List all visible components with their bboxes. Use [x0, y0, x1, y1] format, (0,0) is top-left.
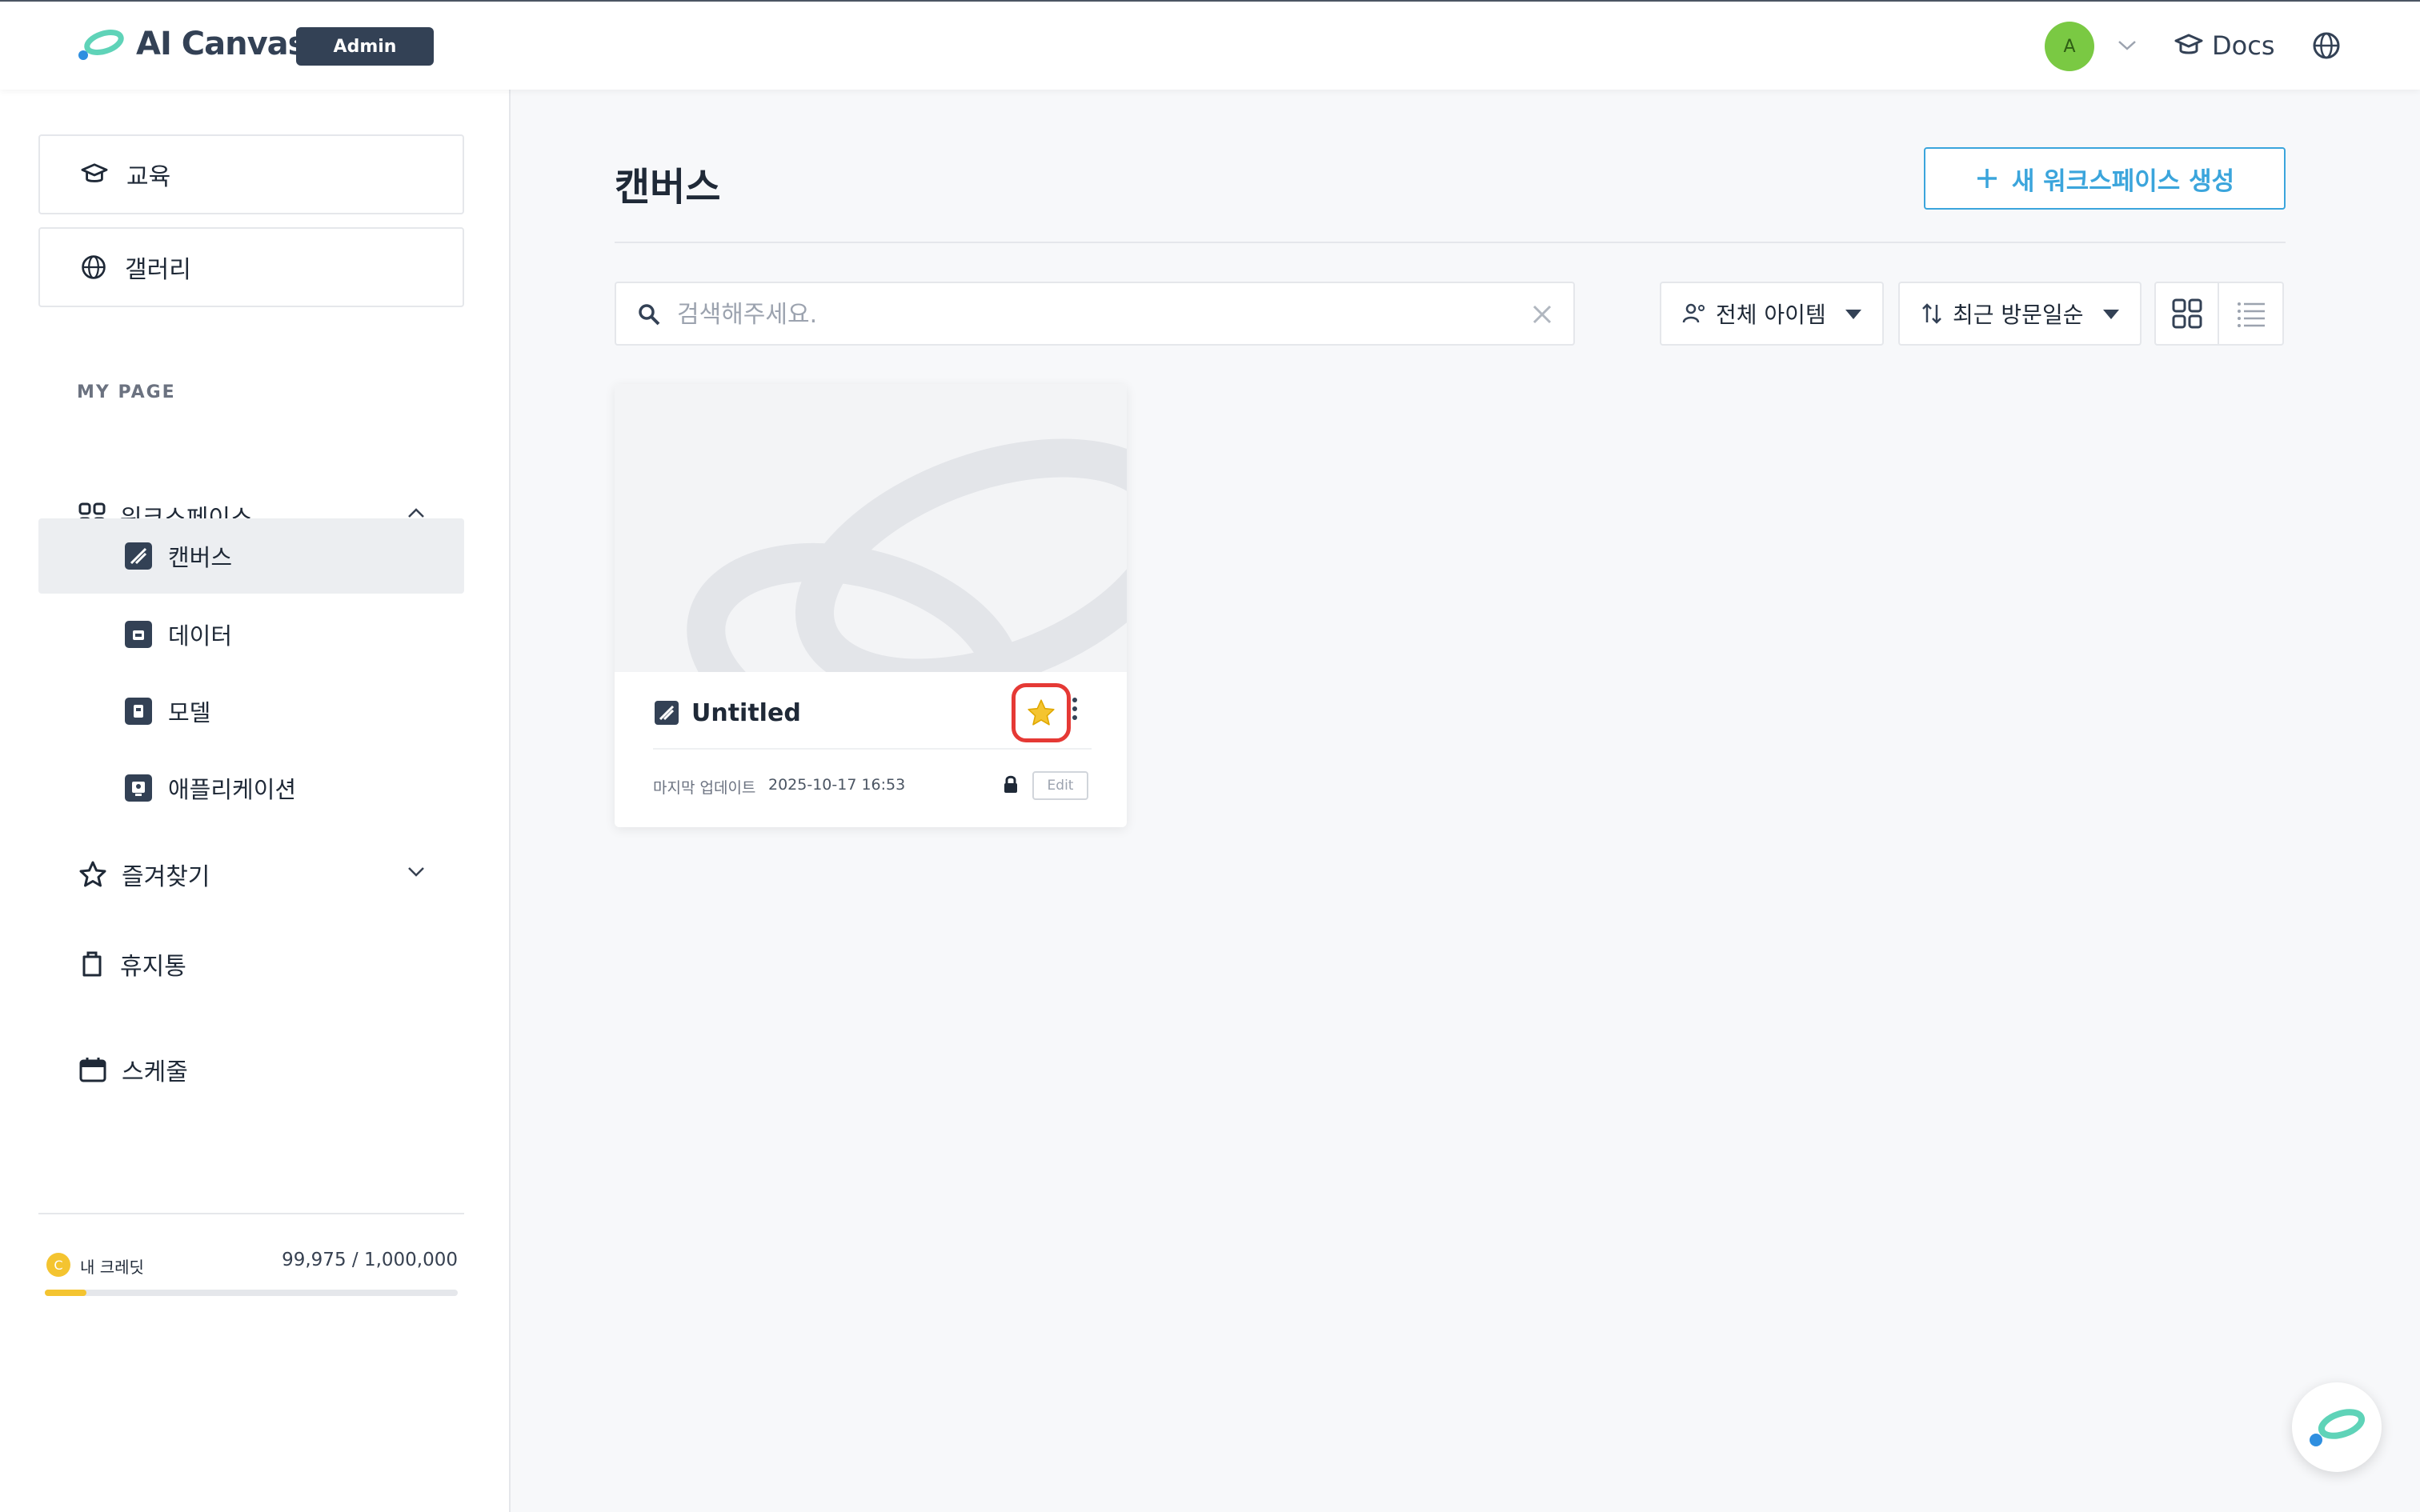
filter-label: 전체 아이템	[1716, 302, 1826, 328]
sidebar-item-label: 즐겨찾기	[122, 863, 210, 891]
sidebar-link-label: 갤러리	[125, 256, 191, 284]
list-icon	[2237, 302, 2265, 327]
canvas-icon	[655, 701, 679, 725]
sidebar-item-application[interactable]: 애플리케이션	[38, 750, 464, 826]
sidebar-item-model[interactable]: 모델	[38, 674, 464, 749]
sidebar-item-schedule[interactable]: 스케줄	[38, 1032, 464, 1107]
sidebar-link-gallery[interactable]: 갤러리	[38, 227, 464, 307]
logo-icon	[78, 30, 124, 60]
calendar-icon	[79, 1058, 106, 1082]
sidebar-item-trash[interactable]: 휴지통	[38, 926, 464, 1002]
logo-icon	[2310, 1409, 2366, 1446]
caret-down-icon	[1845, 310, 1861, 319]
list-view-button[interactable]	[2219, 283, 2282, 344]
canvas-icon	[125, 542, 152, 570]
grid-view-button[interactable]	[2156, 283, 2220, 344]
search-icon	[639, 304, 660, 326]
close-icon[interactable]	[1530, 302, 1554, 326]
sidebar-item-label: 휴지통	[120, 953, 186, 981]
credit-progress-bar	[45, 1290, 458, 1296]
sidebar-item-label: 캔버스	[168, 544, 233, 571]
chat-assistant-button[interactable]	[2292, 1382, 2382, 1472]
sidebar-item-label: 데이터	[168, 622, 233, 650]
globe-icon[interactable]	[2311, 30, 2342, 61]
caret-down-icon	[2103, 310, 2119, 319]
application-icon	[125, 774, 152, 802]
credit-summary: C 내 크레딧 99,975 / 1,000,000	[45, 1248, 458, 1280]
avatar[interactable]: A	[2045, 22, 2094, 71]
divider	[653, 748, 1092, 750]
favorite-button[interactable]	[1012, 683, 1071, 742]
sidebar-item-label: 모델	[168, 699, 211, 726]
docs-label: Docs	[2212, 30, 2275, 61]
sidebar: 교육 갤러리 MY PAGE 워크스페이스 캔버스 데이터	[0, 90, 511, 1512]
sidebar-item-label: 애플리케이션	[168, 776, 297, 803]
chevron-down-icon[interactable]	[407, 864, 426, 878]
canvas-card[interactable]: Untitled 마지막 업데이트 2025-10-17 16:53 Edit	[615, 384, 1127, 827]
credit-label: 내 크레딧	[80, 1258, 144, 1277]
admin-badge: Admin	[296, 27, 434, 66]
sidebar-item-favorites[interactable]: 즐겨찾기	[38, 837, 464, 912]
new-workspace-label: 새 워크스페이스 생성	[2011, 166, 2235, 196]
sort-dropdown[interactable]: 최근 방문일순	[1898, 282, 2142, 346]
sidebar-item-data[interactable]: 데이터	[38, 597, 464, 672]
grid-icon	[2172, 298, 2202, 329]
sidebar-item-canvas[interactable]: 캔버스	[38, 518, 464, 594]
card-thumbnail[interactable]	[615, 384, 1127, 672]
card-title[interactable]: Untitled	[691, 699, 801, 727]
sidebar-link-label: 교육	[126, 163, 171, 191]
section-label: MY PAGE	[77, 382, 176, 402]
chevron-down-icon[interactable]	[2117, 37, 2138, 53]
lock-icon	[1004, 775, 1017, 793]
edit-button[interactable]: Edit	[1032, 771, 1088, 800]
plus-icon	[1977, 169, 1997, 188]
search-input[interactable]	[677, 294, 1477, 334]
app-logo[interactable]: AI Canvas	[75, 26, 307, 62]
graduation-cap-icon	[2174, 34, 2203, 54]
search-box	[615, 282, 1575, 346]
sort-icon	[1922, 303, 1941, 324]
sidebar-link-education[interactable]: 교육	[38, 134, 464, 214]
graduation-cap-icon	[81, 163, 108, 182]
star-filled-icon	[1028, 699, 1055, 726]
more-options-icon[interactable]	[1072, 698, 1079, 724]
globe-icon	[82, 255, 106, 279]
top-bar: AI Canvas Admin A Docs	[0, 0, 2420, 90]
data-icon	[125, 621, 152, 648]
trash-icon	[82, 951, 102, 977]
sort-label: 최근 방문일순	[1953, 302, 2084, 328]
updated-label: 마지막 업데이트	[653, 779, 756, 797]
placeholder-logo-icon	[687, 438, 1127, 672]
divider	[38, 1213, 464, 1214]
filter-dropdown[interactable]: 전체 아이템	[1660, 282, 1884, 346]
updated-date: 2025-10-17 16:53	[768, 776, 906, 794]
coin-icon: C	[46, 1253, 70, 1277]
view-toggle	[2154, 282, 2284, 346]
divider	[615, 242, 2286, 243]
page-title: 캔버스	[615, 165, 721, 210]
docs-link[interactable]: Docs	[2174, 26, 2274, 66]
user-icon	[1682, 303, 1705, 323]
model-icon	[125, 698, 152, 725]
credit-progress-fill	[45, 1290, 86, 1296]
star-icon	[79, 861, 106, 887]
app-name: AI Canvas	[136, 26, 307, 62]
new-workspace-button[interactable]: 새 워크스페이스 생성	[1924, 147, 2286, 210]
credit-value: 99,975 / 1,000,000	[282, 1250, 458, 1270]
sidebar-item-label: 스케줄	[122, 1058, 188, 1086]
